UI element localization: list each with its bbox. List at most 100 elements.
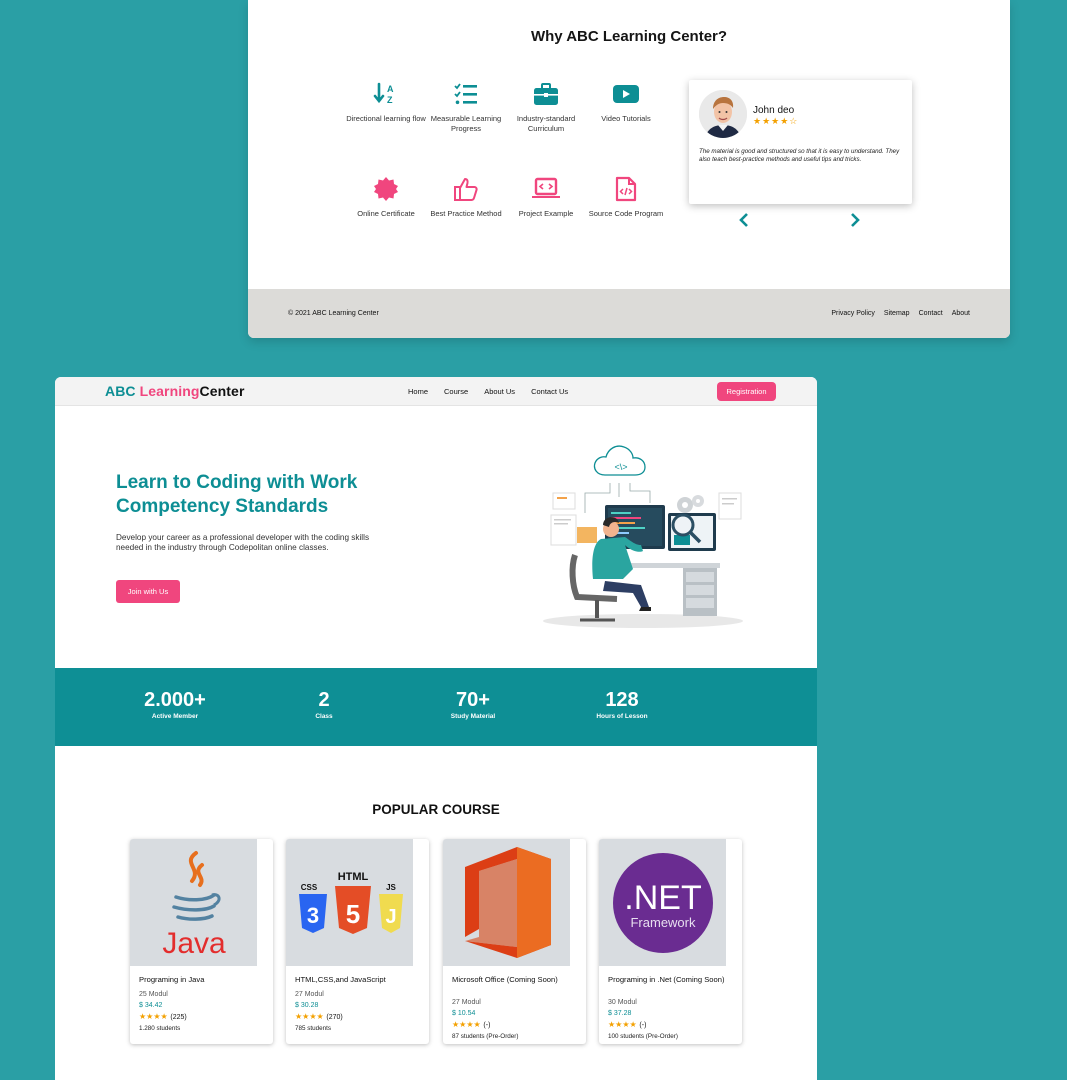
course-card-java[interactable]: Java Programing in Java 25 Modul $ 34.42… xyxy=(130,839,273,1044)
play-video-icon xyxy=(586,80,666,108)
footer-link-privacy[interactable]: Privacy Policy xyxy=(831,310,875,317)
laptop-code-icon xyxy=(506,175,586,203)
dotnet-wordmark: .NET xyxy=(624,879,701,917)
svg-text:J: J xyxy=(385,906,396,928)
stat-study-material: 70+ Study Material xyxy=(403,689,543,720)
feature-label: Online Certificate xyxy=(357,209,415,218)
why-section-panel: Why ABC Learning Center? AZ Directional … xyxy=(248,0,1010,338)
stat-value: 2.000+ xyxy=(144,689,206,711)
navbar: ABC LearningCenter Home Course About Us … xyxy=(55,377,817,406)
footer-link-about[interactable]: About xyxy=(952,310,970,317)
reviewer-name: John deo xyxy=(753,105,795,116)
footer-links: Privacy Policy Sitemap Contact About xyxy=(831,310,970,317)
stat-label: Active Member xyxy=(151,713,199,720)
feature-directional-flow: AZ Directional learning flow xyxy=(346,80,426,124)
stat-hours: 128 Hours of Lesson xyxy=(552,689,692,720)
brand-logo[interactable]: ABC LearningCenter xyxy=(105,383,245,399)
hero-illustration: <\> xyxy=(543,445,743,628)
stat-value: 128 xyxy=(605,689,639,711)
nav-item-home[interactable]: Home xyxy=(408,387,428,396)
course-rating: ★★★★ (270) xyxy=(295,1011,343,1023)
course-rating: ★★★★ (-) xyxy=(608,1019,678,1031)
feature-label: Measurable Learning Progress xyxy=(430,114,502,133)
course-card-office[interactable]: Microsoft Office (Coming Soon) 27 Modul … xyxy=(443,839,586,1044)
carousel-prev-button[interactable] xyxy=(734,210,754,230)
course-students: 100 students (Pre-Order) xyxy=(608,1033,678,1040)
rating-stars: ★★★★ xyxy=(608,1020,637,1029)
js-label: JS xyxy=(386,883,396,892)
feature-label: Best Practice Method xyxy=(430,209,502,218)
nav-item-about[interactable]: About Us xyxy=(484,387,515,396)
svg-text:5: 5 xyxy=(345,899,359,929)
join-button[interactable]: Join with Us xyxy=(116,580,180,603)
feature-video-tutorials: Video Tutorials xyxy=(586,80,666,124)
feature-label: Source Code Program xyxy=(588,209,664,218)
feature-source-code: Source Code Program xyxy=(586,175,666,219)
footer-link-sitemap[interactable]: Sitemap xyxy=(884,310,910,317)
svg-text:Z: Z xyxy=(387,95,393,105)
brand-part-abc: ABC xyxy=(105,383,140,399)
html-css-js-logo: HTML CSS JS 3 5 J xyxy=(286,839,413,966)
svg-text:A: A xyxy=(387,84,394,94)
testimonial-card: John deo ★★★★☆ The material is good and … xyxy=(689,80,912,204)
course-modules: 25 Modul xyxy=(139,991,168,998)
briefcase-icon xyxy=(506,80,586,108)
site-footer: © 2021 ABC Learning Center Privacy Polic… xyxy=(248,289,1010,338)
html-label: HTML xyxy=(337,871,368,883)
chevron-right-icon xyxy=(851,213,860,227)
footer-link-contact[interactable]: Contact xyxy=(919,310,943,317)
thumbs-up-icon xyxy=(426,175,506,203)
rating-stars: ★★★★☆ xyxy=(753,116,799,126)
stats-banner: 2.000+ Active Member 2 Class 70+ Study M… xyxy=(55,668,817,746)
course-modules: 27 Modul xyxy=(295,991,324,998)
course-meta: 27 Modul $ 30.28 ★★★★ (270) 785 students xyxy=(295,989,343,1034)
course-meta: 25 Modul $ 34.42 ★★★★ (225) 1.280 studen… xyxy=(139,989,187,1034)
java-wordmark: Java xyxy=(162,927,226,960)
dotnet-framework-label: Framework xyxy=(630,915,696,930)
course-title: Programing in Java xyxy=(139,975,205,984)
feature-label: Industry-standard Curriculum xyxy=(516,114,576,133)
copyright-text: © 2021 ABC Learning Center xyxy=(288,310,379,317)
rating-count: (-) xyxy=(483,1022,491,1029)
rating-count: (270) xyxy=(326,1014,343,1021)
stat-class: 2 Class xyxy=(254,689,394,720)
course-title: Microsoft Office (Coming Soon) xyxy=(452,975,558,984)
svg-text:3: 3 xyxy=(306,903,318,928)
carousel-next-button[interactable] xyxy=(845,210,865,230)
course-price: $ 34.42 xyxy=(139,1002,163,1009)
course-price: $ 30.28 xyxy=(295,1002,319,1009)
course-price: $ 10.54 xyxy=(452,1010,476,1017)
stat-label: Class xyxy=(315,713,333,720)
stat-active-member: 2.000+ Active Member xyxy=(105,689,245,720)
rating-stars: ★★★★ xyxy=(139,1012,168,1021)
checklist-icon xyxy=(426,80,506,108)
registration-button[interactable]: Registration xyxy=(717,382,776,401)
sort-az-icon: AZ xyxy=(346,80,426,108)
stat-label: Hours of Lesson xyxy=(596,713,648,720)
hero-title: Learn to Coding with Work Competency Sta… xyxy=(116,472,358,517)
css-label: CSS xyxy=(300,883,317,892)
course-title: HTML,CSS,and JavaScript xyxy=(295,975,386,984)
course-card-html-css-js[interactable]: HTML CSS JS 3 5 J HTML,CSS,and JavaScrip… xyxy=(286,839,429,1044)
course-modules: 30 Modul xyxy=(608,999,637,1006)
office-logo xyxy=(443,839,570,966)
stat-value: 70+ xyxy=(456,689,490,711)
course-price: $ 37.28 xyxy=(608,1010,632,1017)
course-students: 785 students xyxy=(295,1025,332,1032)
stat-value: 2 xyxy=(318,689,330,711)
course-meta: 27 Modul $ 10.54 ★★★★ (-) 87 students (P… xyxy=(452,997,519,1042)
feature-measurable-progress: Measurable Learning Progress xyxy=(426,80,506,133)
hero-subtitle: Develop your career as a professional de… xyxy=(116,533,370,552)
course-title: Programing in .Net (Coming Soon) xyxy=(608,975,725,984)
feature-label: Project Example xyxy=(518,209,574,218)
feature-industry-curriculum: Industry-standard Curriculum xyxy=(506,80,586,133)
nav-item-contact[interactable]: Contact Us xyxy=(531,387,568,396)
dotnet-logo: .NET Framework xyxy=(599,839,726,966)
feature-best-practice: Best Practice Method xyxy=(426,175,506,219)
rating-stars: ★★★★ xyxy=(295,1012,324,1021)
course-card-dotnet[interactable]: .NET Framework Programing in .Net (Comin… xyxy=(599,839,742,1044)
nav-item-course[interactable]: Course xyxy=(444,387,468,396)
stat-label: Study Material xyxy=(450,713,496,720)
avatar xyxy=(699,90,747,138)
feature-project-example: Project Example xyxy=(506,175,586,219)
